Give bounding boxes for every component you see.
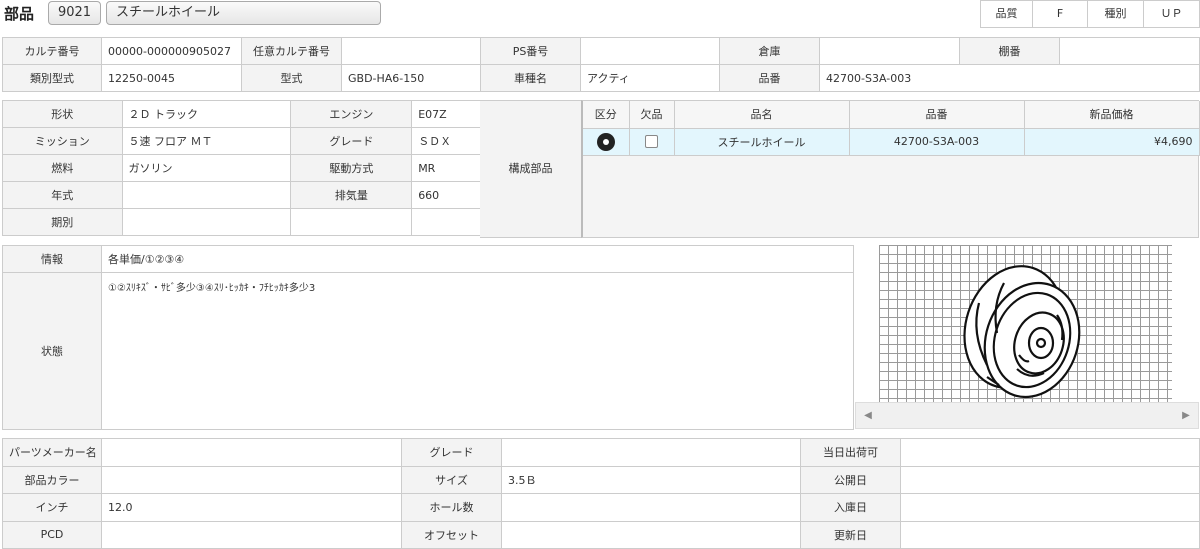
subpart-no: 42700-S3A-003 [849,128,1025,156]
part-no-value: 42700-S3A-003 [819,64,1200,92]
shelf-label: 棚番 [959,37,1060,65]
fuel-label: 燃料 [2,154,123,182]
info-value: 各単価/①②③④ [101,245,854,273]
subparts-table: 区分 欠品 品名 品番 新品価格 スチールホイール 42700-S3A-003 … [583,101,1200,156]
year-value [121,181,292,209]
size-label: サイズ [401,465,502,494]
part-image [879,245,1172,402]
color-label: 部品カラー [2,465,102,494]
detail-table: パーツメーカー名 グレード 当日出荷可 部品カラー サイズ 3.5Ｂ 公開日 イ… [2,438,1200,549]
period-value [121,208,292,236]
status-label: 状態 [2,272,102,430]
offset-label: オフセット [401,520,502,549]
stock-date-label: 入庫日 [800,493,901,522]
warehouse-label: 倉庫 [719,37,820,65]
missing-checkbox[interactable] [645,135,658,149]
mission-value: ５速 フロア ＭＴ [121,127,292,155]
inch-label: インチ [2,493,102,522]
opt-karte-label: 任意カルテ番号 [241,37,342,65]
warehouse-value [819,37,960,65]
stock-date-value [900,493,1200,522]
pcd-label: PCD [2,520,102,549]
category-cell [583,128,630,156]
maker-label: パーツメーカー名 [2,438,102,467]
shelf-value [1059,37,1200,65]
holes-label: ホール数 [401,493,502,522]
quality-value: F [1032,0,1088,28]
maker-value [101,438,402,467]
opt-karte-value [341,37,481,65]
class-value: 12250-0045 [101,64,242,92]
sameday-label: 当日出荷可 [800,438,901,467]
part-no-label: 品番 [719,64,820,92]
shape-label: 形状 [2,100,123,128]
col-header-category: 区分 [583,101,630,129]
mission-label: ミッション [2,127,123,155]
karte-no-label: カルテ番号 [2,37,102,65]
publish-date-label: 公開日 [800,465,901,494]
kind-value: ＵＰ [1143,0,1200,28]
chevron-right-icon[interactable]: ▶ [1174,403,1198,428]
update-date-label: 更新日 [800,520,901,549]
detail-grade-value [501,438,801,467]
subpart-name: スチールホイール [674,128,850,156]
basic-info-table: カルテ番号 00000-000000905027 任意カルテ番号 PS番号 倉庫… [2,37,1200,92]
part-name-field[interactable]: スチールホイール [106,1,381,25]
displacement-label: 排気量 [290,181,413,209]
karte-no-value: 00000-000000905027 [101,37,242,65]
year-label: 年式 [2,181,123,209]
shape-value: ２Ｄ トラック [121,100,292,128]
info-label: 情報 [2,245,102,273]
disc-icon [596,132,615,151]
drive-label: 駆動方式 [290,154,413,182]
car-name-label: 車種名 [480,64,581,92]
engine-label: エンジン [290,100,413,128]
holes-value [501,493,801,522]
ps-no-value [580,37,720,65]
table-row[interactable]: スチールホイール 42700-S3A-003 ¥4,690 [583,128,1200,156]
ps-no-label: PS番号 [480,37,581,65]
kind-label: 種別 [1087,0,1144,28]
col-header-price: 新品価格 [1024,101,1200,129]
period-label: 期別 [2,208,123,236]
fuel-value: ガソリン [121,154,292,182]
image-scrollbar[interactable]: ◀ ▶ [855,402,1199,429]
color-value [101,465,402,494]
component-label: 構成部品 [480,100,582,238]
model-label: 型式 [241,64,342,92]
subpart-price: ¥4,690 [1024,128,1200,156]
publish-date-value [900,465,1200,494]
car-name-value: アクティ [580,64,720,92]
missing-cell [629,128,675,156]
chevron-left-icon[interactable]: ◀ [856,403,880,428]
inch-value: 12.0 [101,493,402,522]
wheel-drawing-icon [963,265,1081,399]
update-date-value [900,520,1200,549]
subparts-panel: 区分 欠品 品名 品番 新品価格 スチールホイール 42700-S3A-003 … [581,100,1200,238]
grade-label: グレード [290,127,413,155]
size-value: 3.5Ｂ [501,465,801,494]
info-table: 情報 各単価/①②③④ 状態 ①②ｽﾘｷｽﾞ・ｻﾋﾞ多少③④ｽﾘ･ﾋｯｶｷ・ﾌﾁ… [2,245,854,430]
quality-label: 品質 [980,0,1033,28]
col-header-name: 品名 [674,101,850,129]
empty-cell [290,208,413,236]
col-header-missing: 欠品 [629,101,675,129]
col-header-part-no: 品番 [849,101,1025,129]
class-label: 類別型式 [2,64,102,92]
model-value: GBD-HA6-150 [341,64,481,92]
offset-value [501,520,801,549]
status-value: ①②ｽﾘｷｽﾞ・ｻﾋﾞ多少③④ｽﾘ･ﾋｯｶｷ・ﾌﾁﾋｯｶｷ多少3 [101,272,854,430]
part-image-viewer: ◀ ▶ [855,245,1199,430]
page-title: 部品 [4,5,35,23]
part-code-field[interactable]: 9021 [48,1,101,25]
pcd-value [101,520,402,549]
sameday-value [900,438,1200,467]
detail-grade-label: グレード [401,438,502,467]
